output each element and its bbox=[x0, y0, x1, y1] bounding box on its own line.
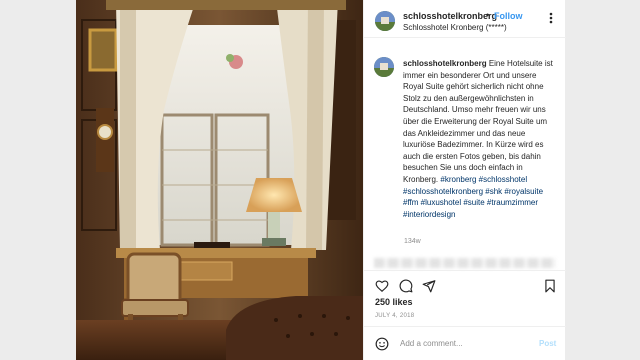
caption-text: Eine Hotelsuite ist immer ein besonderer… bbox=[403, 59, 553, 184]
post-header: schlosshotelkronberg • Follow Schlosshot… bbox=[364, 0, 566, 38]
likes-count[interactable]: 250 likes bbox=[375, 297, 413, 307]
profile-avatar[interactable] bbox=[375, 11, 395, 31]
action-bar bbox=[364, 270, 566, 296]
follow-button[interactable]: Follow bbox=[494, 11, 523, 21]
post-caption: schlosshotelkronberg Eine Hotelsuite ist… bbox=[403, 58, 559, 220]
comment-bar: Add a comment... Post bbox=[364, 326, 566, 360]
avatar-image bbox=[375, 11, 395, 31]
avatar-image bbox=[374, 57, 394, 77]
emoji-icon[interactable] bbox=[375, 337, 389, 351]
share-icon[interactable] bbox=[422, 279, 436, 293]
post-comment-button[interactable]: Post bbox=[539, 339, 556, 348]
caption-username[interactable]: schlosshotelkronberg bbox=[403, 59, 487, 68]
separator-dot: • bbox=[486, 10, 490, 20]
hotel-suite-photo bbox=[76, 0, 363, 360]
blurred-comment bbox=[374, 258, 556, 268]
more-options-icon[interactable] bbox=[545, 11, 557, 25]
caption-time[interactable]: 134w bbox=[404, 238, 421, 245]
comment-input[interactable]: Add a comment... bbox=[400, 339, 463, 348]
post-date: JULY 4, 2018 bbox=[375, 313, 415, 319]
comment-icon[interactable] bbox=[399, 279, 413, 293]
heart-icon[interactable] bbox=[375, 279, 389, 293]
post-location[interactable]: Schlosshotel Kronberg (*****) bbox=[403, 23, 507, 32]
caption-avatar[interactable] bbox=[374, 57, 394, 77]
post-sidebar: schlosshotelkronberg • Follow Schlosshot… bbox=[363, 0, 566, 360]
post-image[interactable] bbox=[76, 0, 363, 360]
bookmark-icon[interactable] bbox=[543, 279, 557, 293]
post-username[interactable]: schlosshotelkronberg bbox=[403, 11, 497, 21]
